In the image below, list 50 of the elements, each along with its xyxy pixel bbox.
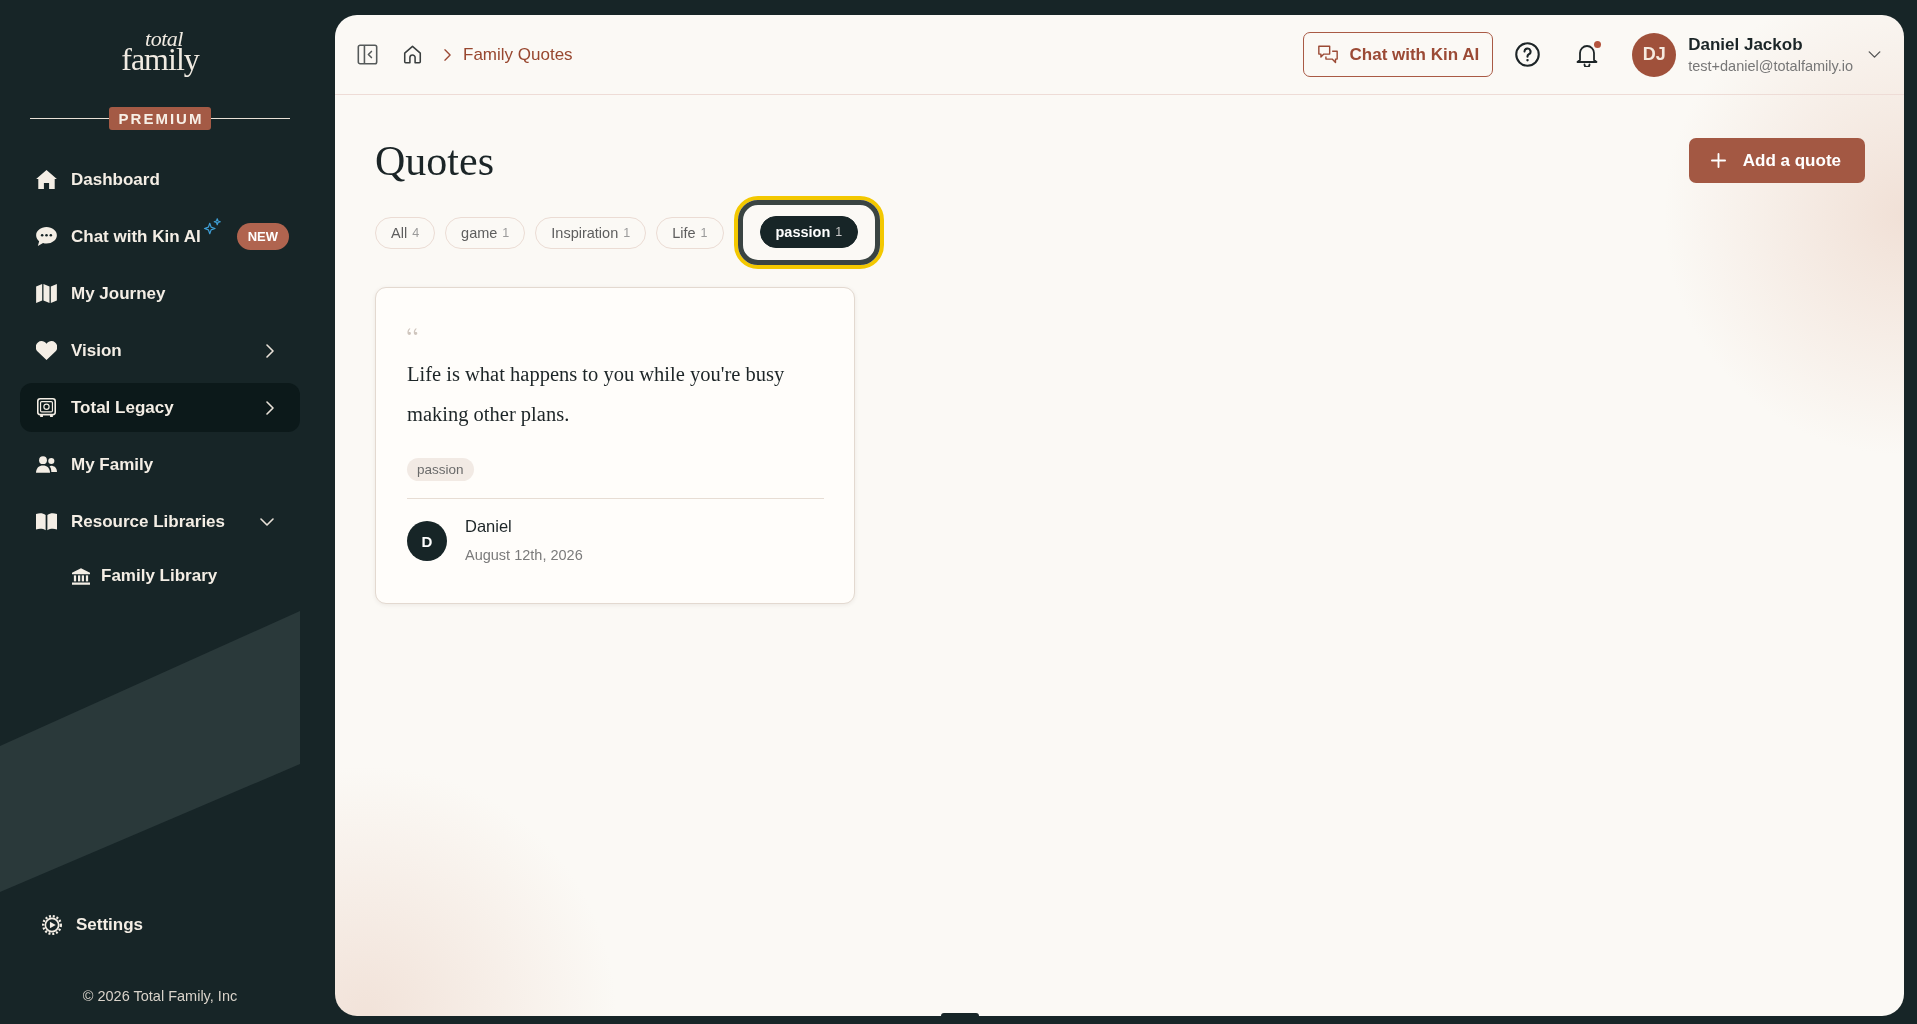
user-name: Daniel Jackob	[1688, 34, 1804, 55]
filter-chip[interactable]: passion 1	[759, 216, 859, 248]
gear-icon	[42, 914, 62, 935]
nav-item[interactable]: Dashboard	[20, 155, 300, 204]
quote-text: Life is what happens to you while you're busy making other plans.	[407, 362, 786, 428]
new-badge: NEW	[236, 223, 290, 250]
help-button[interactable]	[1515, 42, 1541, 67]
nav-item[interactable]: Family Library	[20, 554, 300, 598]
drawer-handle[interactable]	[941, 1013, 979, 1018]
notifications-button[interactable]	[1576, 42, 1599, 67]
user-avatar: DJ	[1632, 32, 1677, 77]
author-avatar: D	[407, 521, 447, 561]
nav-item[interactable]: My Family	[20, 440, 300, 489]
sidebar-toggle-button[interactable]	[357, 44, 378, 65]
add-quote-button[interactable]: Add a quote	[1688, 138, 1865, 183]
author-name: Daniel	[465, 516, 513, 536]
nav-item[interactable]: Chat with Kin AI NEW	[20, 212, 300, 261]
sparkle-icon	[202, 218, 221, 236]
chat-bubble-icon	[36, 227, 57, 246]
heart-icon	[36, 341, 57, 360]
book-icon	[36, 512, 57, 531]
bank-icon	[72, 567, 90, 585]
nav-item[interactable]: Settings	[20, 900, 300, 949]
plus-icon	[1710, 153, 1726, 168]
home-icon	[36, 170, 57, 189]
chevron-right-icon	[444, 48, 451, 61]
home-icon	[403, 45, 422, 64]
help-icon	[1515, 42, 1541, 67]
logo: total family	[121, 28, 199, 75]
safe-icon	[36, 398, 57, 417]
map-icon	[36, 284, 57, 303]
user-email: test+daniel@totalfamily.io	[1688, 57, 1853, 75]
breadcrumb-current: Family Quotes	[463, 44, 573, 65]
tag-chip: passion	[407, 458, 474, 481]
nav-item[interactable]: Resource Libraries	[20, 497, 300, 546]
sidebar-toggle-icon	[357, 44, 378, 65]
people-icon	[36, 455, 57, 474]
bell-icon	[1576, 42, 1599, 67]
page-title: Quotes	[375, 137, 494, 186]
chat-bubbles-icon	[1317, 45, 1338, 64]
copyright-text: © 2026 Total Family, Inc	[81, 987, 239, 1006]
nav-item[interactable]: Total Legacy	[20, 383, 300, 432]
nav-item[interactable]: My Journey	[20, 269, 300, 318]
nav-item[interactable]: Vision	[20, 326, 300, 375]
chat-button[interactable]: Chat with Kin AI	[1302, 32, 1494, 77]
home-link[interactable]	[403, 45, 422, 64]
quote-date: August 12th, 2026	[465, 546, 583, 565]
plan-badge: PREMIUM	[108, 107, 212, 130]
chevron-down-icon[interactable]	[1868, 51, 1881, 58]
quote-mark-icon	[407, 328, 419, 337]
